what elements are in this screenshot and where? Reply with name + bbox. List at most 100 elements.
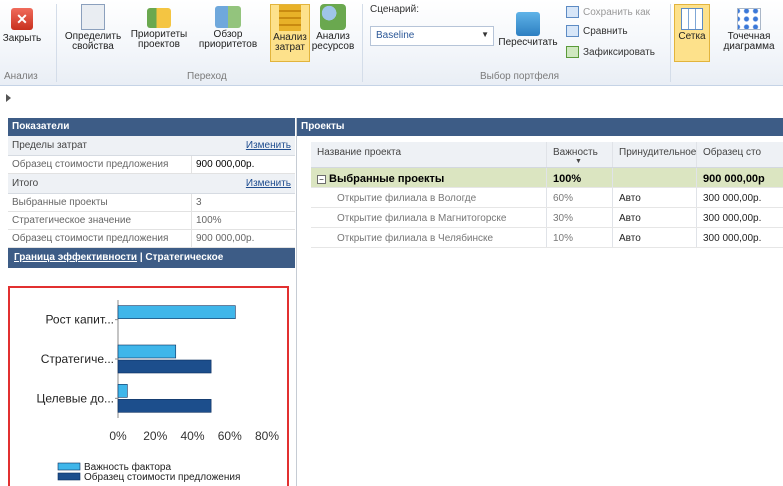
compare-icon bbox=[566, 25, 579, 37]
cost-limits-section: Пределы затрат Изменить bbox=[8, 136, 295, 156]
properties-icon bbox=[81, 4, 105, 30]
group-sample-cost: 900 000,00р bbox=[697, 168, 783, 187]
row-value: 900 000,00р. bbox=[196, 233, 255, 244]
commit-icon bbox=[566, 46, 579, 58]
sort-desc-icon: ▼ bbox=[575, 158, 582, 165]
project-name: Открытие филиала в Вологде bbox=[311, 188, 547, 207]
projects-header: Проекты bbox=[297, 118, 783, 136]
bar-importance bbox=[117, 305, 236, 319]
row-value[interactable]: 900 000,00р. bbox=[192, 156, 258, 173]
metrics-panel: Показатели Пределы затрат Изменить Образ… bbox=[8, 118, 295, 268]
edit-cost-limits-link[interactable]: Изменить bbox=[246, 140, 291, 151]
selected-projects-row: Выбранные проекты 3 bbox=[8, 194, 295, 212]
scenario-value: Baseline bbox=[376, 30, 415, 41]
cost-analysis-icon bbox=[279, 5, 301, 31]
close-button[interactable]: ✕ Закрыть bbox=[2, 4, 42, 44]
priorities-icon bbox=[147, 8, 171, 28]
project-priorities-button[interactable]: Приоритеты проектов bbox=[128, 4, 190, 50]
row-key: Образец стоимости предложения bbox=[8, 156, 192, 173]
scenario-select[interactable]: Baseline ▼ bbox=[370, 26, 494, 46]
legend-swatch bbox=[57, 472, 81, 481]
group-importance: 100% bbox=[547, 168, 613, 187]
priorities-label: Приоритеты проектов bbox=[130, 29, 188, 50]
define-label: Определить свойства bbox=[64, 31, 122, 52]
bar-sample-cost bbox=[117, 399, 212, 413]
close-label: Закрыть bbox=[2, 33, 42, 44]
separator bbox=[670, 4, 671, 82]
project-sample-cost: 300 000,00р. bbox=[697, 208, 783, 227]
row-value: 3 bbox=[196, 197, 202, 208]
ribbon: ✕ Закрыть Определить свойства Приоритеты… bbox=[0, 0, 783, 86]
scatter-chart-button[interactable]: Точечная диаграмма bbox=[718, 4, 780, 52]
resource-icon bbox=[320, 4, 346, 30]
dropdown-arrow-icon: ▼ bbox=[481, 30, 489, 39]
bar-chart: Рост капит... Стратегиче... Целевые до... 0… bbox=[36, 300, 279, 483]
recalculate-icon bbox=[516, 12, 540, 36]
table-row[interactable]: Открытие филиала в Вологде 60% Авто 300 … bbox=[311, 188, 783, 208]
grid-icon bbox=[681, 8, 703, 30]
group-row[interactable]: − Выбранные проекты 100% 900 000,00р bbox=[311, 168, 783, 188]
review-label: Обзор приоритетов bbox=[198, 29, 258, 50]
group-portfolio-label: Выбор портфеля bbox=[480, 71, 560, 82]
recalculate-label: Пересчитать bbox=[498, 37, 558, 48]
metrics-header: Показатели bbox=[8, 118, 295, 136]
bar-importance bbox=[117, 344, 177, 359]
group-name: Выбранные проекты bbox=[329, 173, 445, 185]
review-priorities-button[interactable]: Обзор приоритетов bbox=[196, 4, 260, 50]
recalculate-button[interactable]: Пересчитать bbox=[496, 4, 560, 48]
project-forced[interactable]: Авто bbox=[613, 208, 697, 227]
col-importance[interactable]: Важность ▼ bbox=[547, 142, 613, 167]
commit-button[interactable]: Зафиксировать bbox=[566, 46, 655, 58]
project-forced[interactable]: Авто bbox=[613, 188, 697, 207]
scenario-label: Сценарий: bbox=[370, 4, 419, 15]
collapse-icon[interactable]: − bbox=[317, 175, 326, 184]
project-forced[interactable]: Авто bbox=[613, 228, 697, 247]
commit-label: Зафиксировать bbox=[583, 46, 655, 58]
x-tick-label: 40% bbox=[180, 429, 204, 443]
category-label: Стратегиче... bbox=[41, 352, 114, 366]
separator bbox=[362, 4, 363, 82]
x-tick-label: 60% bbox=[218, 429, 242, 443]
edit-totals-link[interactable]: Изменить bbox=[246, 178, 291, 189]
project-sample-cost: 300 000,00р. bbox=[697, 188, 783, 207]
chart-highlight-box: Рост капит... Стратегиче... Целевые до... 0… bbox=[8, 286, 289, 486]
project-importance: 10% bbox=[547, 228, 613, 247]
compare-button[interactable]: Сравнить bbox=[566, 25, 628, 37]
project-importance: 30% bbox=[547, 208, 613, 227]
bar-sample-cost bbox=[117, 359, 212, 374]
cost-analysis-button[interactable]: Анализ затрат bbox=[270, 4, 310, 62]
save-as-label: Сохранить как bbox=[583, 6, 651, 18]
grid-view-button[interactable]: Сетка bbox=[674, 4, 710, 62]
tab-separator: | bbox=[139, 252, 143, 263]
col-sample-cost[interactable]: Образец сто bbox=[697, 142, 783, 167]
tab-efficiency-frontier[interactable]: Граница эффективности bbox=[14, 252, 137, 263]
row-value: 100% bbox=[196, 215, 222, 226]
project-importance: 60% bbox=[547, 188, 613, 207]
compare-label: Сравнить bbox=[583, 25, 628, 37]
sample-cost-row: Образец стоимости предложения 900 000,00… bbox=[8, 230, 295, 248]
x-tick-label: 80% bbox=[255, 429, 279, 443]
group-analysis-label: Анализ bbox=[4, 71, 38, 82]
scatter-icon bbox=[737, 8, 761, 30]
save-as-button[interactable]: Сохранить как bbox=[566, 6, 650, 18]
expand-arrow-icon[interactable] bbox=[6, 94, 11, 102]
bar-importance bbox=[117, 384, 128, 398]
col-project-name[interactable]: Название проекта bbox=[311, 142, 547, 167]
table-row[interactable]: Открытие филиала в Магнитогорске 30% Авт… bbox=[311, 208, 783, 228]
table-header-row: Название проекта Важность ▼ Принудительн… bbox=[311, 142, 783, 168]
close-icon: ✕ bbox=[11, 8, 33, 30]
projects-table: Название проекта Важность ▼ Принудительн… bbox=[311, 142, 783, 248]
chart-tabs: Граница эффективности | Стратегическое bbox=[8, 248, 295, 268]
totals-section: Итого Изменить bbox=[8, 174, 295, 194]
tab-strategic[interactable]: Стратегическое bbox=[145, 252, 223, 263]
legend-label: Образец стоимости предложения bbox=[84, 471, 240, 483]
cost-limit-row: Образец стоимости предложения 900 000,00… bbox=[8, 156, 295, 174]
legend-swatch bbox=[57, 462, 81, 471]
row-key: Стратегическое значение bbox=[8, 212, 192, 229]
row-key: Выбранные проекты bbox=[8, 194, 192, 211]
col-forced[interactable]: Принудительное bbox=[613, 142, 697, 167]
cost-limits-label: Пределы затрат bbox=[12, 140, 87, 151]
table-row[interactable]: Открытие филиала в Челябинске 10% Авто 3… bbox=[311, 228, 783, 248]
define-properties-button[interactable]: Определить свойства bbox=[58, 4, 128, 52]
resource-analysis-button[interactable]: Анализ ресурсов bbox=[312, 4, 354, 52]
